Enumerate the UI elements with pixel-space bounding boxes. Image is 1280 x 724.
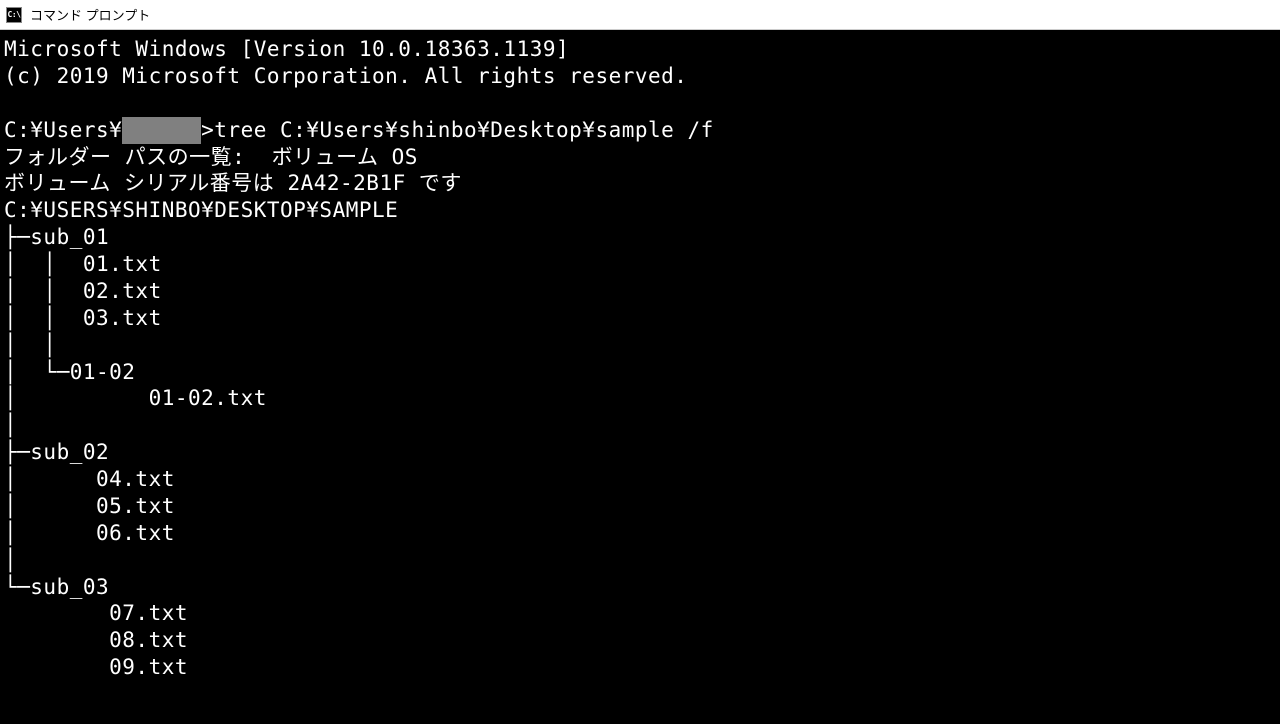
tree-line: ├─sub_02 xyxy=(4,440,109,464)
tree-root: C:¥USERS¥SHINBO¥DESKTOP¥SAMPLE xyxy=(4,198,398,222)
volume-line-2: ボリューム シリアル番号は 2A42-2B1F です xyxy=(4,171,462,195)
tree-line: │ │ 01.txt xyxy=(4,252,162,276)
tree-line: 08.txt xyxy=(4,628,188,652)
window-title: コマンド プロンプト xyxy=(30,5,150,24)
titlebar[interactable]: C:\ コマンド プロンプト xyxy=(0,0,1280,30)
tree-line: │ xyxy=(4,413,17,437)
prompt-command: >tree C:¥Users¥shinbo¥Desktop¥sample /f xyxy=(201,118,714,142)
tree-line: │ │ xyxy=(4,333,57,357)
banner-line-1: Microsoft Windows [Version 10.0.18363.11… xyxy=(4,37,569,61)
tree-line: 09.txt xyxy=(4,655,188,679)
tree-line: └─sub_03 xyxy=(4,575,109,599)
volume-line-1: フォルダー パスの一覧: ボリューム OS xyxy=(4,145,418,169)
tree-line: │ │ 02.txt xyxy=(4,279,162,303)
tree-line: 07.txt xyxy=(4,601,188,625)
tree-line: │ 05.txt xyxy=(4,494,175,518)
tree-line: │ 06.txt xyxy=(4,521,175,545)
command-prompt-window: C:\ コマンド プロンプト Microsoft Windows [Versio… xyxy=(0,0,1280,724)
tree-line: │ 01-02.txt xyxy=(4,386,267,410)
tree-line: │ │ 03.txt xyxy=(4,306,162,330)
terminal-output[interactable]: Microsoft Windows [Version 10.0.18363.11… xyxy=(0,30,1280,724)
banner-line-2: (c) 2019 Microsoft Corporation. All righ… xyxy=(4,64,687,88)
tree-line: │ └─01-02 xyxy=(4,360,135,384)
prompt-prefix: C:¥Users¥ xyxy=(4,118,122,142)
tree-line: │ 04.txt xyxy=(4,467,175,491)
redacted-username xyxy=(122,117,201,144)
cmd-icon: C:\ xyxy=(6,7,22,23)
tree-line: │ xyxy=(4,548,17,572)
tree-line: ├─sub_01 xyxy=(4,225,109,249)
